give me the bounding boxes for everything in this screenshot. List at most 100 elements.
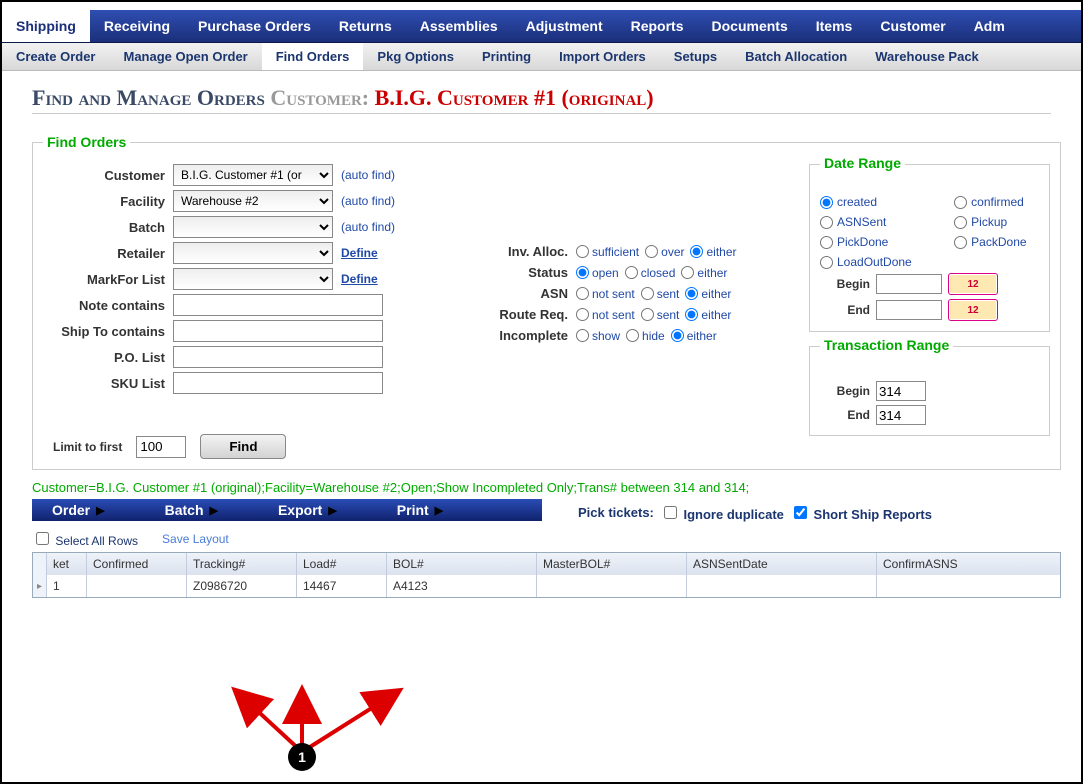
col-tracking[interactable]: Tracking# bbox=[187, 553, 297, 575]
cell-confirmasns bbox=[877, 575, 1037, 597]
shipto-label: Ship To contains bbox=[43, 324, 173, 339]
grid-row[interactable]: ▸ 1 Z0986720 14467 A4123 bbox=[33, 575, 1060, 597]
dr-begin-input[interactable] bbox=[876, 274, 942, 294]
page-title-customer-label: Customer: bbox=[270, 85, 369, 110]
customer-select[interactable]: B.I.G. Customer #1 (or bbox=[173, 164, 333, 186]
page-title-customer-name: B.I.G. Customer #1 (original) bbox=[375, 85, 654, 110]
ab-batch[interactable]: Batch▶ bbox=[165, 502, 278, 518]
save-layout-link[interactable]: Save Layout bbox=[162, 532, 229, 546]
ab-print[interactable]: Print▶ bbox=[397, 502, 453, 518]
subnav-create-order[interactable]: Create Order bbox=[2, 43, 109, 70]
subnav-find-orders[interactable]: Find Orders bbox=[262, 43, 364, 70]
asn-either[interactable]: either bbox=[685, 287, 731, 301]
sku-label: SKU List bbox=[43, 376, 173, 391]
subnav-import-orders[interactable]: Import Orders bbox=[545, 43, 660, 70]
nav-admin[interactable]: Adm bbox=[960, 10, 1019, 42]
tr-begin-input[interactable] bbox=[876, 381, 926, 401]
nav-receiving[interactable]: Receiving bbox=[90, 10, 184, 42]
batch-autofind[interactable]: (auto find) bbox=[333, 220, 395, 234]
facility-autofind[interactable]: (auto find) bbox=[333, 194, 395, 208]
short-ship-reports-checkbox[interactable]: Short Ship Reports bbox=[790, 503, 932, 522]
facility-label: Facility bbox=[43, 194, 173, 209]
ab-export[interactable]: Export▶ bbox=[278, 502, 397, 518]
chevron-right-icon: ▶ bbox=[210, 504, 218, 517]
facility-select[interactable]: Warehouse #2 bbox=[173, 190, 333, 212]
subnav-pkg-options[interactable]: Pkg Options bbox=[363, 43, 468, 70]
tr-end-input[interactable] bbox=[876, 405, 926, 425]
markfor-define-link[interactable]: Define bbox=[341, 272, 378, 286]
col-confirmasns[interactable]: ConfirmASNS bbox=[877, 553, 1037, 575]
status-closed[interactable]: closed bbox=[625, 266, 676, 280]
inv-over[interactable]: over bbox=[645, 245, 684, 259]
find-orders-fieldset: Find Orders Customer B.I.G. Customer #1 … bbox=[32, 134, 1061, 470]
inc-either[interactable]: either bbox=[671, 329, 717, 343]
cell-bol: A4123 bbox=[387, 575, 537, 597]
limit-input[interactable] bbox=[136, 436, 186, 458]
nav-items[interactable]: Items bbox=[802, 10, 867, 42]
retailer-select[interactable] bbox=[173, 242, 333, 264]
nav-assemblies[interactable]: Assemblies bbox=[406, 10, 512, 42]
dr-pickdone[interactable]: PickDone bbox=[820, 235, 924, 249]
nav-adjustment[interactable]: Adjustment bbox=[512, 10, 617, 42]
cell-confirmed bbox=[87, 575, 187, 597]
col-bol[interactable]: BOL# bbox=[387, 553, 537, 575]
status-open[interactable]: open bbox=[576, 266, 619, 280]
nav-returns[interactable]: Returns bbox=[325, 10, 406, 42]
inv-either[interactable]: either bbox=[690, 245, 736, 259]
nav-reports[interactable]: Reports bbox=[617, 10, 698, 42]
nav-customer[interactable]: Customer bbox=[866, 10, 959, 42]
route-sent[interactable]: sent bbox=[641, 308, 680, 322]
asn-not-sent[interactable]: not sent bbox=[576, 287, 635, 301]
inv-sufficient[interactable]: sufficient bbox=[576, 245, 639, 259]
cell-masterbol bbox=[537, 575, 687, 597]
col-asnsentdate[interactable]: ASNSentDate bbox=[687, 553, 877, 575]
dr-created[interactable]: created bbox=[820, 195, 924, 209]
batch-label: Batch bbox=[43, 220, 173, 235]
route-not-sent[interactable]: not sent bbox=[576, 308, 635, 322]
route-either[interactable]: either bbox=[685, 308, 731, 322]
dr-confirmed[interactable]: confirmed bbox=[954, 195, 1039, 209]
nav-documents[interactable]: Documents bbox=[698, 10, 802, 42]
col-load[interactable]: Load# bbox=[297, 553, 387, 575]
inc-hide[interactable]: hide bbox=[626, 329, 665, 343]
retailer-define-link[interactable]: Define bbox=[341, 246, 378, 260]
subnav-batch-allocation[interactable]: Batch Allocation bbox=[731, 43, 861, 70]
dr-asnsent[interactable]: ASNSent bbox=[820, 215, 924, 229]
nav-purchase-orders[interactable]: Purchase Orders bbox=[184, 10, 325, 42]
sub-nav: Create Order Manage Open Order Find Orde… bbox=[2, 43, 1081, 71]
dr-pickup[interactable]: Pickup bbox=[954, 215, 1039, 229]
inv-alloc-label: Inv. Alloc. bbox=[481, 244, 576, 259]
dr-end-input[interactable] bbox=[876, 300, 942, 320]
markfor-select[interactable] bbox=[173, 268, 333, 290]
dr-loadoutdone[interactable]: LoadOutDone bbox=[820, 255, 924, 269]
find-orders-legend: Find Orders bbox=[43, 134, 130, 150]
route-row: Route Req. not sent sent either bbox=[481, 307, 791, 322]
select-all-rows[interactable]: Select All Rows bbox=[32, 529, 138, 548]
nav-shipping[interactable]: Shipping bbox=[2, 10, 90, 42]
note-input[interactable] bbox=[173, 294, 383, 316]
ab-order[interactable]: Order▶ bbox=[52, 502, 165, 518]
subnav-warehouse-pack[interactable]: Warehouse Pack bbox=[861, 43, 993, 70]
subnav-printing[interactable]: Printing bbox=[468, 43, 545, 70]
col-confirmed[interactable]: Confirmed bbox=[87, 553, 187, 575]
find-button[interactable]: Find bbox=[200, 434, 286, 459]
calendar-icon[interactable]: 12 bbox=[948, 273, 998, 295]
customer-label: Customer bbox=[43, 168, 173, 183]
batch-select[interactable] bbox=[173, 216, 333, 238]
dr-packdone[interactable]: PackDone bbox=[954, 235, 1039, 249]
calendar-icon[interactable]: 12 bbox=[948, 299, 998, 321]
inc-show[interactable]: show bbox=[576, 329, 620, 343]
shipto-input[interactable] bbox=[173, 320, 383, 342]
customer-autofind[interactable]: (auto find) bbox=[333, 168, 395, 182]
sku-input[interactable] bbox=[173, 372, 383, 394]
cell-tracking: Z0986720 bbox=[187, 575, 297, 597]
status-either[interactable]: either bbox=[681, 266, 727, 280]
subnav-setups[interactable]: Setups bbox=[660, 43, 731, 70]
asn-sent[interactable]: sent bbox=[641, 287, 680, 301]
ignore-duplicate-checkbox[interactable]: Ignore duplicate bbox=[660, 503, 784, 522]
po-input[interactable] bbox=[173, 346, 383, 368]
col-ket[interactable]: ket bbox=[47, 553, 87, 575]
subnav-manage-open-order[interactable]: Manage Open Order bbox=[109, 43, 261, 70]
criteria-summary: Customer=B.I.G. Customer #1 (original);F… bbox=[2, 476, 1081, 499]
col-masterbol[interactable]: MasterBOL# bbox=[537, 553, 687, 575]
